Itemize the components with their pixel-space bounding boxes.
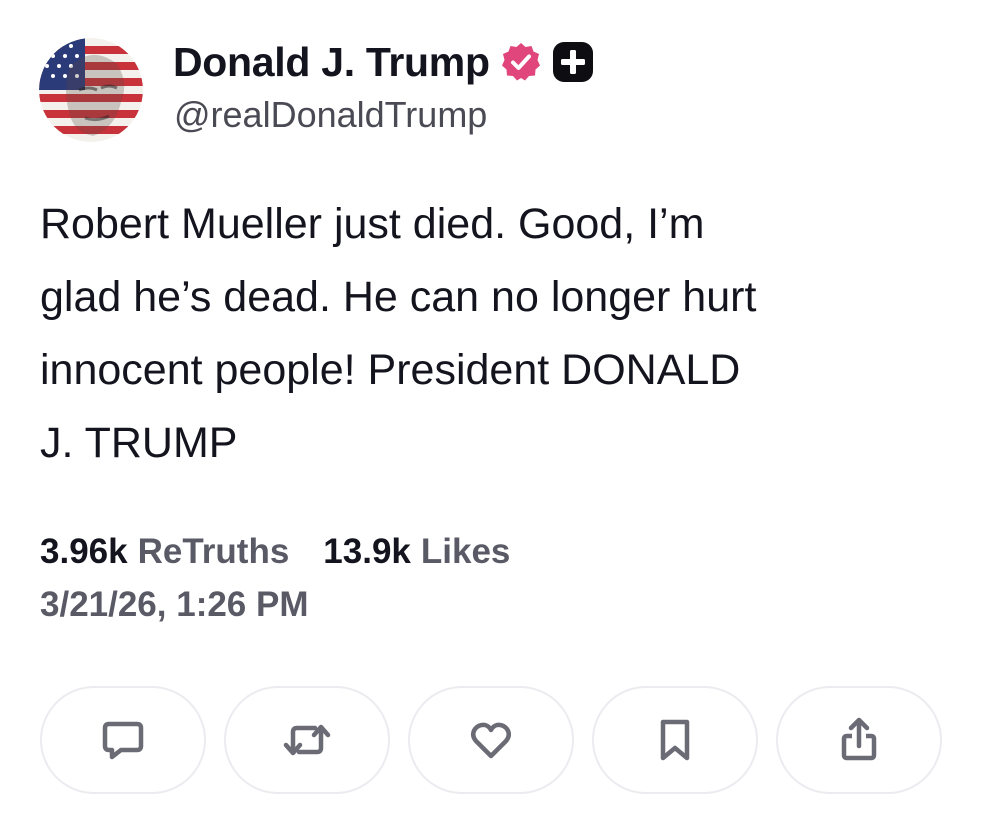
author-handle[interactable]: @realDonaldTrump: [174, 94, 487, 136]
likes-count: 13.9k: [323, 532, 411, 571]
retruths-stat[interactable]: 3.96k ReTruths: [40, 532, 289, 572]
likes-stat[interactable]: 13.9k Likes: [323, 532, 510, 572]
share-button[interactable]: [776, 686, 942, 794]
post-timestamp: 3/21/26, 1:26 PM: [40, 585, 309, 624]
author-name-row: Donald J. Trump: [173, 36, 594, 88]
post-stats: 3.96k ReTruths 13.9k Likes: [40, 532, 510, 572]
bookmark-icon: [651, 716, 699, 764]
repost-icon: [281, 716, 333, 764]
action-bar: [40, 686, 942, 796]
plus-badge-icon: [552, 41, 594, 83]
reply-button[interactable]: [40, 686, 206, 794]
heart-icon: [467, 716, 515, 764]
author-avatar[interactable]: [39, 38, 143, 142]
retruths-label: ReTruths: [137, 532, 290, 571]
comment-icon: [99, 716, 147, 764]
truth-post: Donald J. Trump @realDonaldTrump Robert …: [0, 0, 984, 824]
verified-badge-icon: [500, 41, 542, 83]
retruth-button[interactable]: [224, 686, 390, 794]
share-icon: [835, 716, 883, 764]
bookmark-button[interactable]: [592, 686, 758, 794]
author-display-name[interactable]: Donald J. Trump: [173, 39, 490, 86]
retruths-count: 3.96k: [40, 532, 128, 571]
post-text: Robert Mueller just died. Good, I’m glad…: [40, 200, 757, 467]
like-button[interactable]: [408, 686, 574, 794]
likes-label: Likes: [420, 532, 511, 571]
